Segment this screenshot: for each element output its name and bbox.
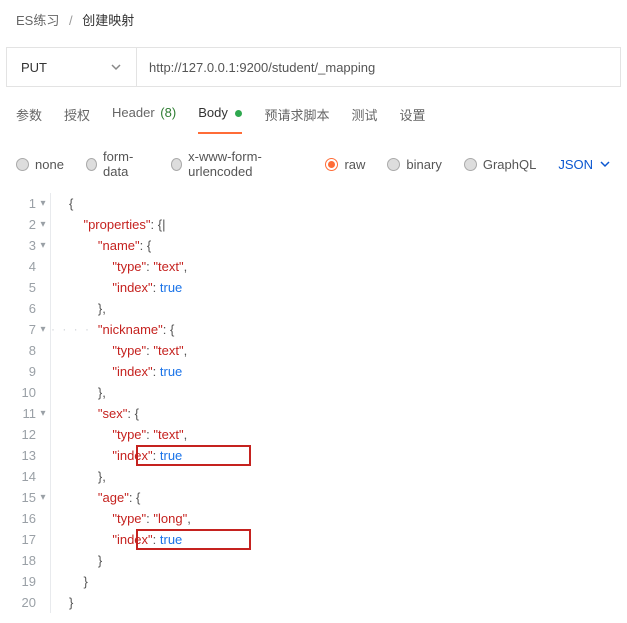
- code-line: "type": "text",: [69, 340, 627, 361]
- body-type-none-label: none: [35, 157, 64, 172]
- tab-headers-count: (8): [160, 105, 176, 120]
- line-num: 16: [0, 508, 36, 529]
- line-num: 1: [0, 193, 36, 214]
- http-method-select[interactable]: PUT: [7, 48, 137, 86]
- body-modified-dot-icon: [235, 110, 242, 117]
- line-num: 13: [0, 445, 36, 466]
- code-line: {: [69, 193, 627, 214]
- code-line: }: [69, 592, 627, 613]
- breadcrumb-sep: /: [69, 13, 73, 28]
- line-num: 3: [0, 235, 36, 256]
- code-line: "age": {: [69, 487, 627, 508]
- tab-auth[interactable]: 授权: [64, 105, 90, 134]
- breadcrumb: ES练习 / 创建映射: [0, 0, 627, 39]
- line-num: 7: [0, 319, 36, 340]
- code-line: "index": true: [69, 277, 627, 298]
- line-num: 14: [0, 466, 36, 487]
- fold-toggle-icon[interactable]: ▾: [35, 487, 51, 508]
- line-num: 19: [0, 571, 36, 592]
- line-num: 2: [0, 214, 36, 235]
- radio-icon: [387, 158, 400, 171]
- indent-guide: · · · ·: [51, 319, 91, 340]
- chevron-down-icon: [599, 158, 611, 170]
- tab-settings[interactable]: 设置: [399, 105, 425, 134]
- code-line: }: [69, 571, 627, 592]
- body-type-raw[interactable]: raw: [325, 157, 365, 172]
- line-num: 10: [0, 382, 36, 403]
- code-line: "type": "text",: [69, 256, 627, 277]
- code-line: "type": "text",: [69, 424, 627, 445]
- body-type-xform-label: x-www-form-urlencoded: [188, 149, 303, 179]
- line-num: 5: [0, 277, 36, 298]
- line-num: 8: [0, 340, 36, 361]
- line-num: 17: [0, 529, 36, 550]
- code-line: }: [69, 550, 627, 571]
- body-format-value: JSON: [558, 157, 593, 172]
- code-line: "index": true: [69, 529, 627, 550]
- tab-params[interactable]: 参数: [16, 105, 42, 134]
- body-type-formdata-label: form-data: [103, 149, 149, 179]
- tab-tests[interactable]: 测试: [351, 105, 377, 134]
- fold-toggle-icon[interactable]: ▾: [35, 193, 51, 214]
- line-num: 12: [0, 424, 36, 445]
- breadcrumb-current: 创建映射: [82, 13, 134, 28]
- line-num: 18: [0, 550, 36, 571]
- code-line: },: [69, 298, 627, 319]
- http-method-value: PUT: [21, 60, 47, 75]
- request-bar: PUT: [6, 47, 621, 87]
- tab-headers-label: Header: [112, 105, 155, 120]
- request-tabs: 参数 授权 Header (8) Body 预请求脚本 测试 设置: [0, 87, 627, 135]
- breadcrumb-root[interactable]: ES练习: [16, 13, 59, 28]
- body-type-graphql[interactable]: GraphQL: [464, 157, 536, 172]
- line-num: 6: [0, 298, 36, 319]
- radio-icon: [16, 158, 29, 171]
- line-num: 20: [0, 592, 36, 613]
- radio-icon: [464, 158, 477, 171]
- body-type-xform[interactable]: x-www-form-urlencoded: [171, 149, 304, 179]
- code-line: "index": true: [69, 361, 627, 382]
- code-line: },: [69, 382, 627, 403]
- request-url-input[interactable]: [137, 48, 620, 86]
- body-type-formdata[interactable]: form-data: [86, 149, 149, 179]
- code-line: "properties": {|: [69, 214, 627, 235]
- radio-icon: [325, 158, 338, 171]
- code-line: "type": "long",: [69, 508, 627, 529]
- tab-headers[interactable]: Header (8): [112, 105, 176, 134]
- body-type-graphql-label: GraphQL: [483, 157, 536, 172]
- body-type-none[interactable]: none: [16, 157, 64, 172]
- fold-toggle-icon[interactable]: ▾: [35, 403, 51, 424]
- tab-prerequest-script[interactable]: 预请求脚本: [264, 105, 329, 134]
- body-type-binary-label: binary: [406, 157, 441, 172]
- tab-body[interactable]: Body: [198, 105, 242, 134]
- line-num: 9: [0, 361, 36, 382]
- fold-toggle-icon[interactable]: ▾: [35, 214, 51, 235]
- fold-toggle-icon[interactable]: ▾: [35, 235, 51, 256]
- code-area[interactable]: ▾ ▾ ▾ ▾ ▾ ▾ · · · · { "properties": {| "…: [50, 193, 627, 613]
- code-line: "index": true: [69, 445, 627, 466]
- body-type-raw-label: raw: [344, 157, 365, 172]
- chevron-down-icon: [110, 61, 122, 73]
- radio-icon: [171, 158, 182, 171]
- tab-body-label: Body: [198, 105, 228, 120]
- body-format-select[interactable]: JSON: [558, 157, 611, 172]
- code-editor[interactable]: 1 2 3 4 5 6 7 8 9 10 11 12 13 14 15 16 1…: [0, 189, 627, 623]
- code-line: },: [69, 466, 627, 487]
- body-type-binary[interactable]: binary: [387, 157, 441, 172]
- body-type-row: none form-data x-www-form-urlencoded raw…: [0, 135, 627, 189]
- fold-toggle-icon[interactable]: ▾: [35, 319, 51, 340]
- code-line: "nickname": {: [69, 319, 627, 340]
- code-line: "sex": {: [69, 403, 627, 424]
- line-num: 11: [0, 403, 36, 424]
- line-num: 4: [0, 256, 36, 277]
- code-line: "name": {: [69, 235, 627, 256]
- radio-icon: [86, 158, 97, 171]
- line-num: 15: [0, 487, 36, 508]
